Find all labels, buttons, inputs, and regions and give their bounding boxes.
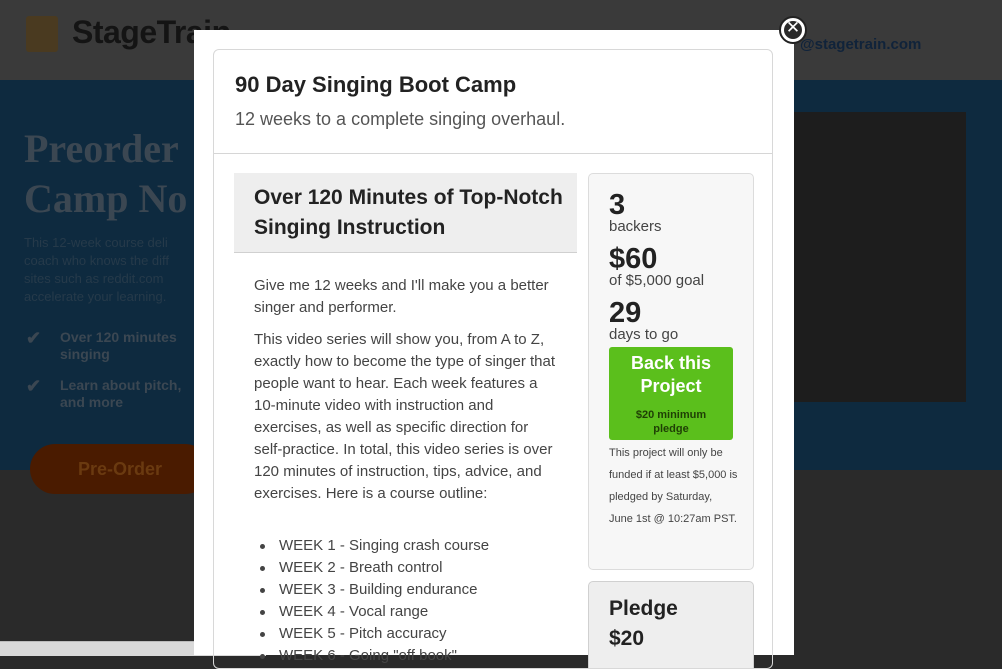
list-item: WEEK 4 - Vocal range: [254, 601, 489, 623]
list-item: WEEK 6 - Going "off book": [254, 645, 489, 667]
preorder-button[interactable]: Pre-Order: [30, 444, 210, 494]
hero-description: This 12-week course deli coach who knows…: [24, 235, 170, 304]
days-label: days to go: [609, 326, 679, 343]
hero-feature: Learn about pitch, and more: [60, 377, 182, 410]
list-item: WEEK 2 - Breath control: [254, 557, 489, 579]
close-icon: ✕: [785, 18, 801, 38]
minimum-pledge-label: $20 minimum pledge: [635, 409, 707, 435]
description-paragraph: Give me 12 weeks and I'll make you a bet…: [254, 277, 549, 316]
contact-email: @stagetrain.com: [800, 36, 922, 53]
project-title: 90 Day Singing Boot Camp: [235, 72, 517, 97]
list-item: WEEK 5 - Pitch accuracy: [254, 623, 489, 645]
description-paragraph: This video series will show you, from A …: [254, 331, 556, 502]
close-modal-button[interactable]: ✕: [779, 16, 807, 44]
course-outline: WEEK 1 - Singing crash course WEEK 2 - B…: [254, 535, 489, 667]
goal-label: of $5,000 goal: [609, 272, 705, 289]
project-card: 90 Day Singing Boot Camp 12 weeks to a c…: [213, 49, 773, 669]
list-item: WEEK 3 - Building endurance: [254, 579, 489, 601]
hero-feature: Over 120 minutes singing: [60, 329, 177, 362]
back-project-label: Back this Project: [630, 353, 712, 396]
project-subtitle: 12 weeks to a complete singing overhaul.: [235, 109, 566, 129]
logo-icon: [26, 16, 58, 52]
back-project-button[interactable]: Back this Project $20 minimum pledge: [609, 347, 733, 440]
pledge-label: Pledge: [609, 597, 678, 620]
funding-stats: 3 backers $60 of $5,000 goal 29 days to …: [588, 173, 754, 570]
pledged-amount: $60: [609, 243, 658, 275]
pledge-amount: $20: [609, 627, 645, 650]
funding-note: This project will only be funded if at l…: [609, 447, 738, 525]
project-modal: 90 Day Singing Boot Camp 12 weeks to a c…: [194, 30, 794, 669]
pledge-tier[interactable]: Pledge $20: [588, 581, 754, 668]
check-icon: ✔: [26, 376, 42, 396]
content-heading-box: Over 120 Minutes of Top-Notch Singing In…: [234, 173, 577, 253]
card-header: [214, 50, 772, 154]
list-item: WEEK 1 - Singing crash course: [254, 535, 489, 557]
check-icon: ✔: [26, 328, 42, 348]
backers-count: 3: [609, 189, 626, 221]
days-count: 29: [609, 297, 642, 329]
backers-label: backers: [609, 218, 662, 235]
video-player[interactable]: [790, 112, 966, 402]
content-heading: Over 120 Minutes of Top-Notch Singing In…: [254, 186, 563, 239]
